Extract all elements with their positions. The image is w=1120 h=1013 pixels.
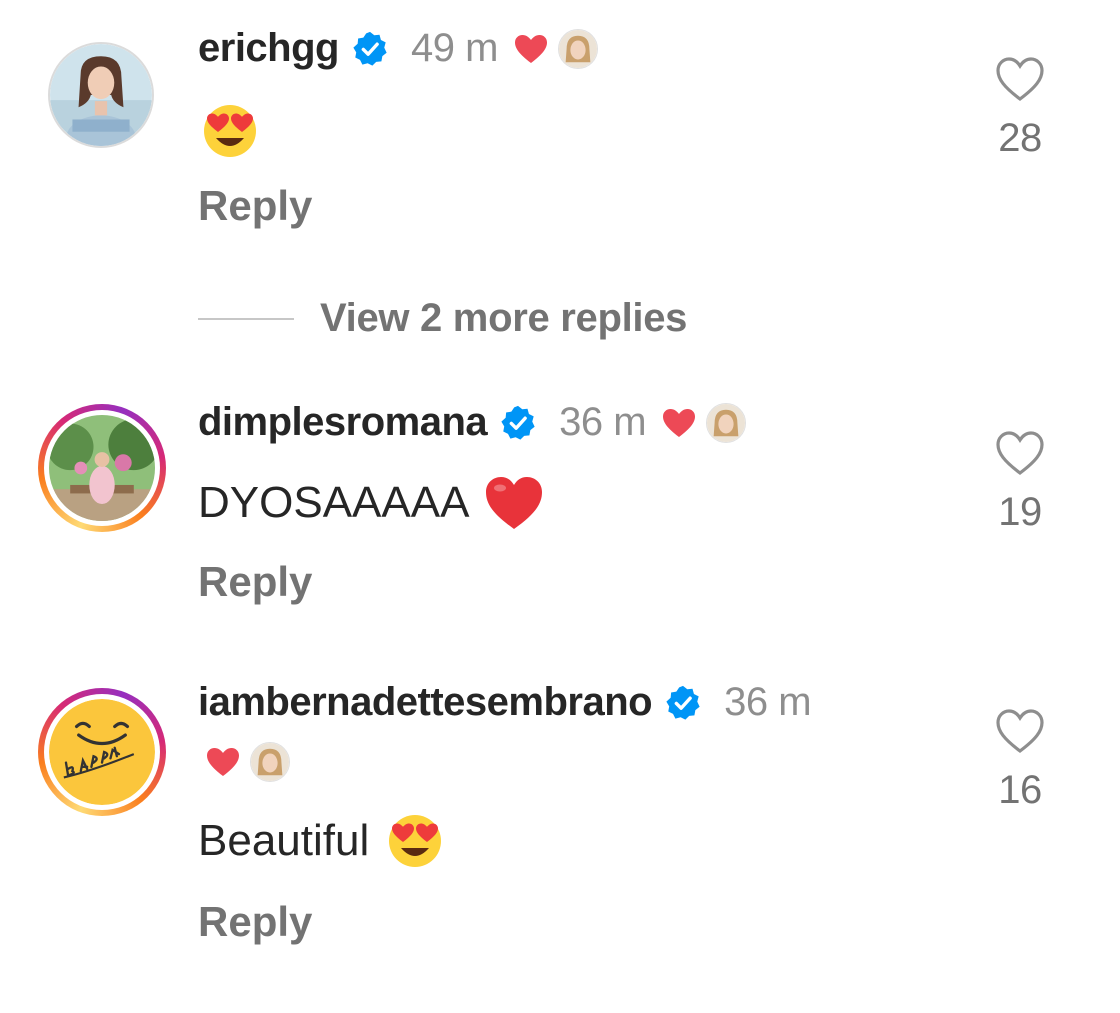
user-avatar-story-ring[interactable] [38, 404, 166, 532]
liked-by-author-heart-icon [663, 408, 696, 437]
heart-eyes-emoji-icon [389, 815, 442, 867]
divider-line [198, 317, 294, 320]
bhappy-logo-avatar [49, 699, 155, 805]
liked-by-author-heart-icon [514, 34, 547, 63]
like-heart-icon[interactable] [995, 430, 1045, 476]
username[interactable]: dimplesromana [198, 400, 488, 445]
like-heart-icon[interactable] [995, 708, 1045, 754]
username[interactable]: erichgg [198, 26, 339, 71]
like-column: 16 [980, 708, 1060, 813]
author-avatar [250, 742, 290, 782]
like-column: 28 [980, 56, 1060, 161]
verified-badge-icon [666, 685, 700, 720]
reply-button[interactable]: Reply [198, 182, 312, 230]
author-portrait-icon [558, 29, 597, 68]
username[interactable]: iambernadettesembrano [198, 680, 653, 725]
avatar-inner [44, 694, 160, 810]
user-avatar-story-ring[interactable] [38, 688, 166, 816]
comment-header: iambernadettesembrano 36 m [198, 680, 812, 725]
heart-eyes-emoji-icon [204, 105, 256, 157]
comment-time: 49 m [410, 26, 498, 70]
author-portrait-icon [251, 743, 289, 781]
reply-button[interactable]: Reply [198, 898, 312, 946]
garden-portrait-avatar [49, 415, 155, 521]
liked-by-author-row [198, 742, 290, 782]
author-avatar [706, 402, 747, 443]
verified-badge-icon [353, 31, 387, 66]
reply-button[interactable]: Reply [198, 558, 312, 606]
view-more-replies-button[interactable]: View 2 more replies [198, 296, 687, 341]
like-heart-icon[interactable] [995, 56, 1045, 102]
woman-portrait-avatar [50, 44, 152, 146]
comment-text: DYOSAAAAA [198, 474, 545, 532]
comment-header: dimplesromana 36 m [198, 400, 747, 445]
red-heart-emoji-icon [486, 477, 543, 529]
comment-header: erichgg 49 m [198, 26, 598, 71]
comment-text [198, 104, 262, 158]
verified-badge-icon [501, 405, 535, 440]
like-count: 19 [998, 490, 1042, 534]
view-more-replies-label: View 2 more replies [320, 296, 688, 340]
comment-time: 36 m [724, 680, 812, 724]
avatar-inner [44, 410, 160, 526]
author-avatar [557, 28, 598, 69]
comment-time: 36 m [559, 400, 647, 444]
like-column: 19 [980, 430, 1060, 535]
user-avatar[interactable] [48, 42, 154, 148]
like-count: 28 [998, 116, 1042, 160]
like-count: 16 [998, 768, 1042, 812]
comment-text: Beautiful [198, 814, 447, 868]
liked-by-author-heart-icon [207, 748, 239, 776]
author-portrait-icon [707, 403, 746, 442]
